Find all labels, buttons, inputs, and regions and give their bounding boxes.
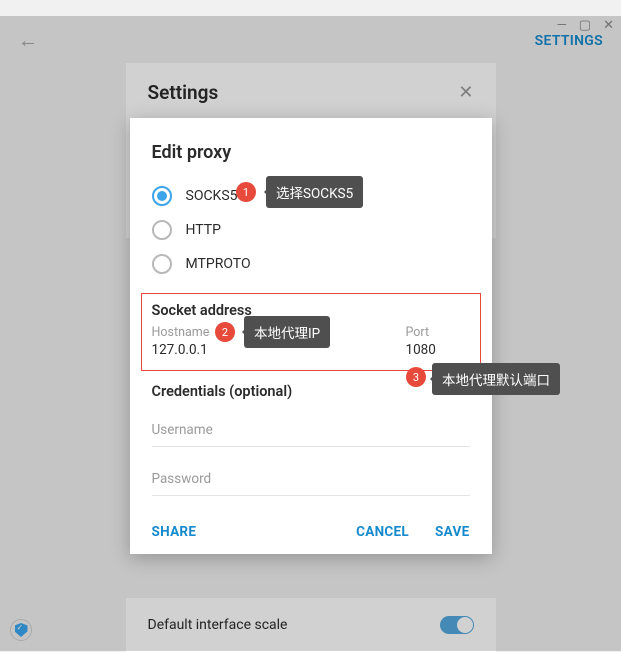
field-value: 1080 xyxy=(406,340,470,360)
annotation-badge-2: 2 xyxy=(215,322,235,342)
annotation-tip-1: 选择SOCKS5 xyxy=(266,176,363,208)
radio-label: SOCKS5 xyxy=(186,188,238,204)
password-input[interactable]: Password xyxy=(152,465,470,496)
radio-mtproto[interactable]: MTPROTO xyxy=(152,247,470,281)
radio-icon xyxy=(152,186,172,206)
radio-label: HTTP xyxy=(186,222,221,238)
radio-label: MTPROTO xyxy=(186,256,251,272)
placeholder: Password xyxy=(152,471,470,487)
radio-icon xyxy=(152,254,172,274)
cancel-button[interactable]: CANCEL xyxy=(356,524,409,540)
annotation-tip-3: 本地代理默认端口 xyxy=(432,363,560,395)
radio-icon xyxy=(152,220,172,240)
annotation-tip-2: 本地代理IP xyxy=(244,316,330,348)
save-button[interactable]: SAVE xyxy=(435,524,469,540)
placeholder: Username xyxy=(152,422,470,438)
annotation-badge-1: 1 xyxy=(236,182,256,202)
share-button[interactable]: SHARE xyxy=(152,524,197,540)
modal-actions: SHARE CANCEL SAVE xyxy=(130,514,492,540)
modal-title: Edit proxy xyxy=(130,142,492,163)
port-field[interactable]: Port 1080 xyxy=(406,325,470,360)
field-label: Port xyxy=(406,325,470,340)
username-input[interactable]: Username xyxy=(152,416,470,447)
annotation-badge-3: 3 xyxy=(406,367,426,387)
radio-http[interactable]: HTTP xyxy=(152,213,470,247)
section-title: Credentials (optional) xyxy=(152,383,470,400)
